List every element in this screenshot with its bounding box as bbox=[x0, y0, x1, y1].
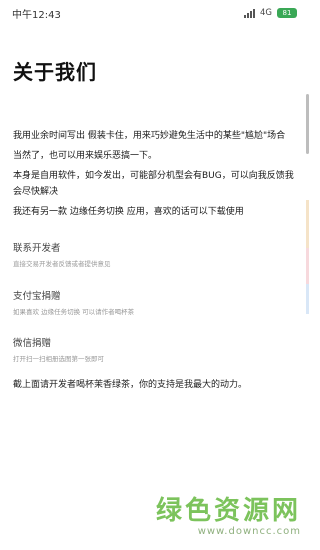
intro-paragraph: 我用业余时间写出 假装卡住，用来巧妙避免生活中的某些"尴尬"场合 bbox=[13, 131, 286, 141]
network-type: 4G bbox=[260, 8, 272, 18]
signal-icon bbox=[244, 8, 255, 18]
alipay-donate-item[interactable]: 支付宝捐赠 如果喜欢 边缘任务切换 可以请作者喝杯茶 bbox=[13, 290, 299, 318]
intro-content: 我用业余时间写出 假装卡住，用来巧妙避免生活中的某些"尴尬"场合 当然了，也可以… bbox=[13, 128, 299, 220]
alipay-donate-desc: 如果喜欢 边缘任务切换 可以请作者喝杯茶 bbox=[13, 308, 135, 316]
intro-paragraph: 本身是自用软件，如今发出，可能部分机型会有BUG，可以向我反馈我会尽快解决 bbox=[13, 171, 294, 197]
watermark-title: 绿色资源网 bbox=[155, 496, 301, 526]
page-title: 关于我们 bbox=[13, 60, 97, 84]
contact-developer-desc: 直接交易开发者反馈或者提供意见 bbox=[13, 260, 111, 268]
intro-paragraph: 当然了，也可以用来娱乐恶搞一下。 bbox=[13, 151, 158, 161]
status-icons: 4G 81 bbox=[244, 8, 297, 18]
watermark-logo: 绿色资源网 www.downcc.com bbox=[156, 496, 301, 538]
edge-handle[interactable] bbox=[306, 248, 309, 284]
footer-text: 截上面请开发者喝杯茉香绿茶，你的支持是我最大的动力。 bbox=[13, 380, 248, 390]
contact-developer-title: 联系开发者 bbox=[13, 243, 61, 254]
edge-handle[interactable] bbox=[306, 284, 309, 314]
status-bar: 中午12:43 4G 81 bbox=[0, 0, 309, 26]
edge-handle[interactable] bbox=[306, 200, 309, 248]
contact-developer-item[interactable]: 联系开发者 直接交易开发者反馈或者提供意见 bbox=[13, 242, 299, 270]
intro-paragraph: 我还有另一款 边缘任务切换 应用，喜欢的话可以下载使用 bbox=[13, 207, 244, 217]
battery-icon: 81 bbox=[277, 8, 297, 18]
scrollbar[interactable] bbox=[306, 94, 309, 154]
alipay-donate-title: 支付宝捐赠 bbox=[13, 291, 61, 302]
wechat-donate-title: 微信捐赠 bbox=[13, 338, 52, 349]
status-time: 中午12:43 bbox=[12, 9, 61, 21]
wechat-donate-item[interactable]: 微信捐赠 打开扫一扫相册选图第一张即可 bbox=[13, 337, 299, 365]
wechat-donate-desc: 打开扫一扫相册选图第一张即可 bbox=[13, 355, 104, 363]
watermark-url: www.downcc.com bbox=[197, 526, 301, 537]
